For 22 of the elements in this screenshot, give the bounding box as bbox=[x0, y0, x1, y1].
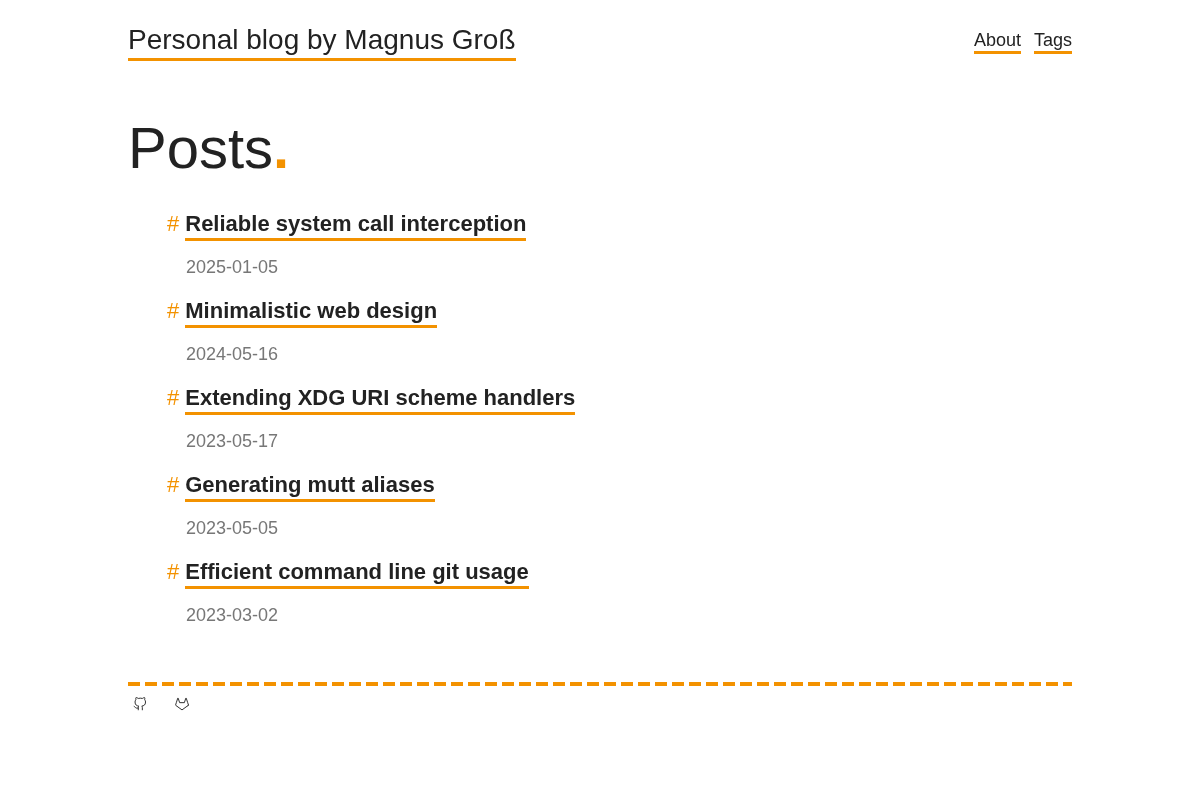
post-title-link[interactable]: Efficient command line git usage bbox=[185, 558, 529, 589]
post-date: 2023-05-17 bbox=[186, 430, 279, 453]
post-date: 2025-01-05 bbox=[186, 256, 279, 279]
hash-marker: # bbox=[167, 471, 180, 499]
gitlab-icon bbox=[175, 697, 189, 711]
nav-link[interactable]: About bbox=[973, 29, 1021, 54]
hash-marker: # bbox=[167, 384, 180, 412]
hash-marker: # bbox=[167, 297, 180, 325]
hash-marker: # bbox=[167, 210, 180, 238]
nav-link[interactable]: Tags bbox=[1033, 29, 1072, 54]
post-title-link[interactable]: Extending XDG URI scheme handlers bbox=[185, 384, 576, 415]
post-date: 2023-05-05 bbox=[186, 517, 279, 540]
site-title-link[interactable]: Personal blog by Magnus Groß bbox=[128, 22, 516, 61]
hash-marker: # bbox=[167, 558, 180, 586]
post-title-link[interactable]: Minimalistic web design bbox=[185, 297, 438, 328]
post-date: 2023-03-02 bbox=[186, 604, 279, 627]
github-icon bbox=[133, 697, 147, 711]
heading-dot: . bbox=[273, 114, 290, 182]
post-title-link[interactable]: Reliable system call interception bbox=[185, 210, 527, 241]
page-heading: Posts bbox=[128, 114, 274, 182]
post-date: 2024-05-16 bbox=[186, 343, 279, 366]
post-title-link[interactable]: Generating mutt aliases bbox=[185, 471, 435, 502]
